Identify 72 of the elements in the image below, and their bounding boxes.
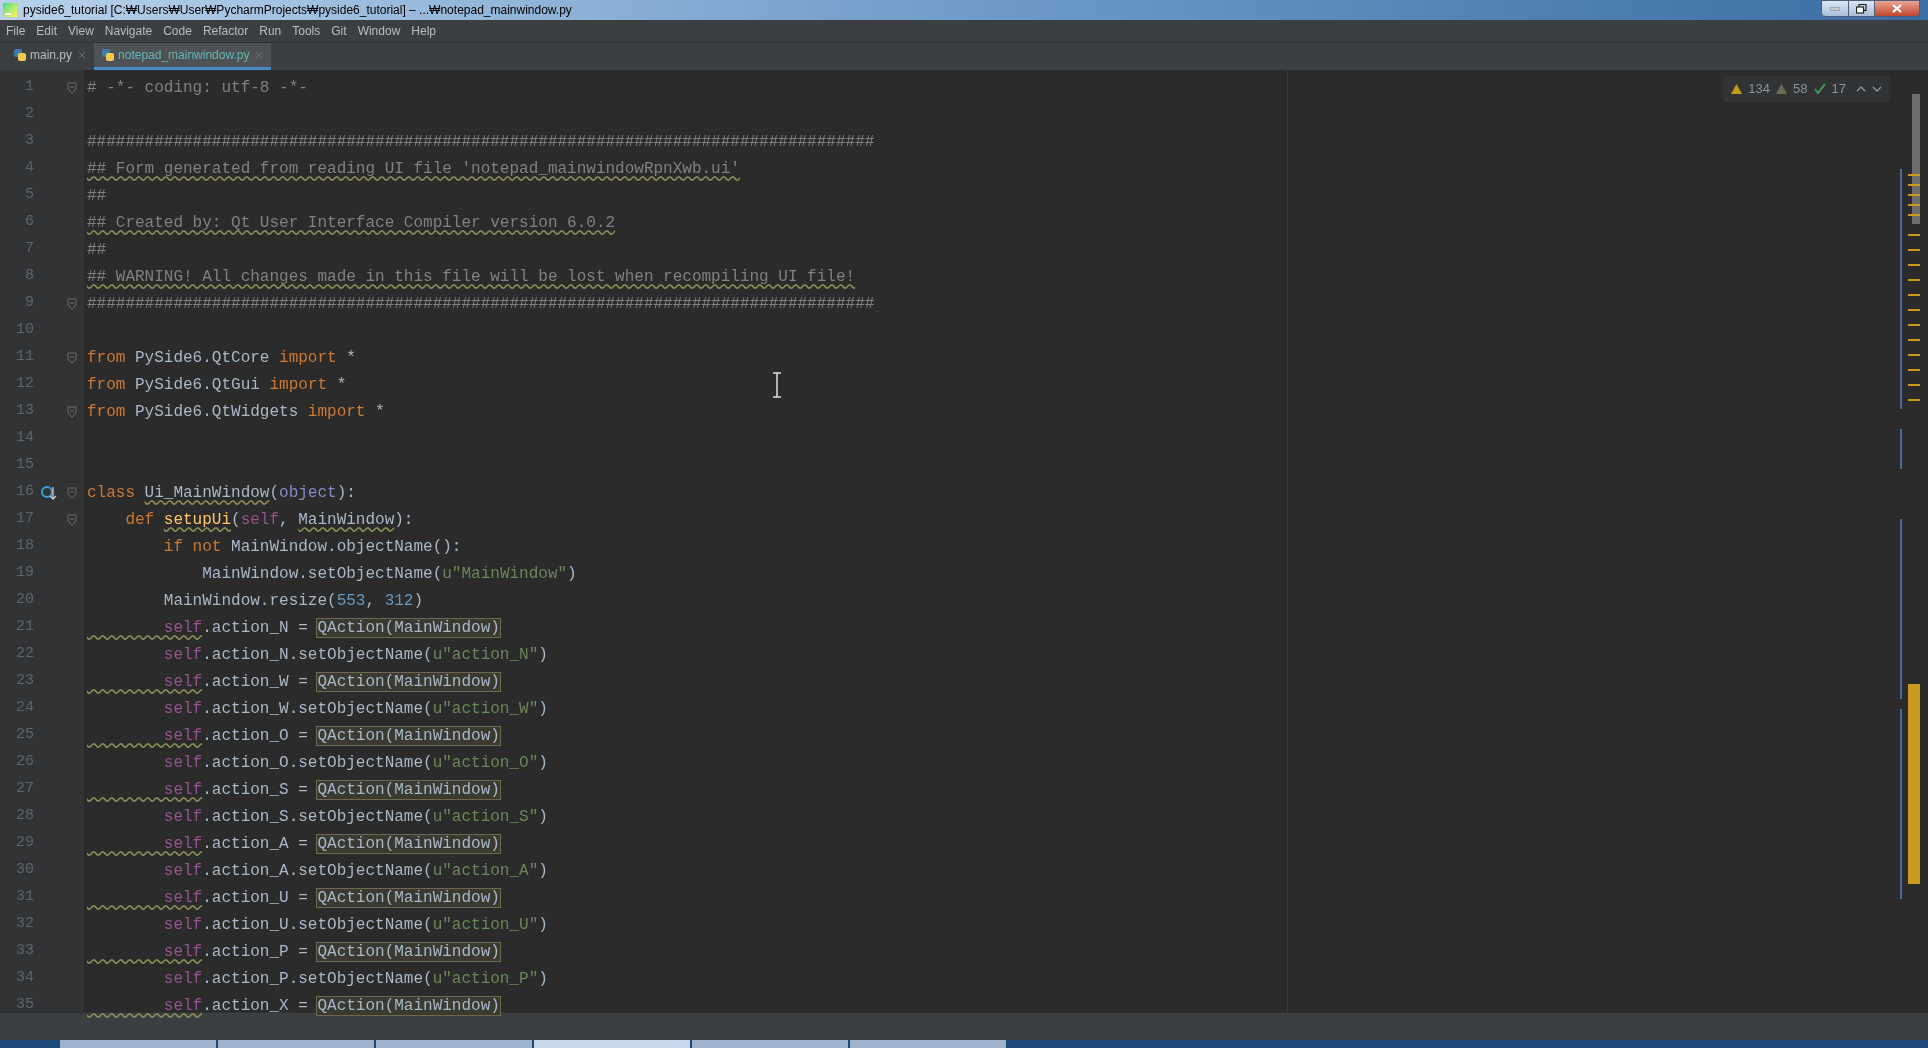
previous-highlight-icon[interactable] <box>1856 85 1866 92</box>
code-line: ## Form generated from reading UI file 'notepad_mainwindowRpnXwb.ui' <box>87 158 740 179</box>
fold-marker-icon[interactable] <box>67 297 77 310</box>
fold-marker-icon[interactable] <box>67 486 77 499</box>
code-line: from PySide6.QtCore import * <box>87 347 356 368</box>
code-line: MainWindow.setObjectName(u"MainWindow") <box>201 563 577 584</box>
file-tab[interactable]: notepad_mainwindow.py <box>94 43 272 70</box>
code-line: self.action_X = QAction(MainWindow) <box>162 995 500 1016</box>
typo-count: 17 <box>1831 80 1846 98</box>
restore-icon <box>1856 3 1867 14</box>
menu-item[interactable]: Help <box>407 25 440 37</box>
code-line: self.action_A.setObjectName(u"action_A") <box>162 860 548 881</box>
weak-warning-count: 58 <box>1793 80 1808 98</box>
menu-item[interactable]: Window <box>353 25 405 37</box>
fold-marker-icon[interactable] <box>67 351 77 364</box>
close-tab-icon[interactable] <box>78 51 87 59</box>
code-line: self.action_U.setObjectName(u"action_U") <box>162 914 548 935</box>
typo-check-icon <box>1813 83 1826 95</box>
fold-marker-icon[interactable] <box>67 405 77 418</box>
code-line: ## <box>87 239 107 260</box>
python-file-icon <box>14 49 26 61</box>
code-line: from PySide6.QtGui import * <box>87 374 347 395</box>
close-tab-icon[interactable] <box>255 51 264 59</box>
minimize-button[interactable] <box>1821 0 1849 17</box>
code-line: self.action_U = QAction(MainWindow) <box>162 887 500 908</box>
code-line: # -*- coding: utf-8 -*- <box>87 77 308 98</box>
code-line: MainWindow.resize(553, 312) <box>162 590 424 611</box>
python-file-icon <box>102 49 115 61</box>
close-icon <box>1892 4 1902 13</box>
code-line: self.action_P = QAction(MainWindow) <box>162 941 500 962</box>
code-line: self.action_O = QAction(MainWindow) <box>162 725 500 746</box>
app-logo-icon <box>3 3 17 17</box>
code-line: self.action_P.setObjectName(u"action_P") <box>162 968 548 989</box>
menu-item[interactable]: Run <box>255 25 286 37</box>
code-line: self.action_O.setObjectName(u"action_O") <box>162 752 548 773</box>
code-line: def setupUi(self, MainWindow): <box>124 509 414 530</box>
weak-warning-icon <box>1776 83 1788 94</box>
code-line: from PySide6.QtWidgets import * <box>87 401 385 422</box>
code-line: ################################################################################## <box>87 293 875 314</box>
menu-item[interactable]: View <box>64 25 98 37</box>
restore-button[interactable] <box>1849 0 1875 17</box>
next-highlight-icon[interactable] <box>1872 85 1882 92</box>
window-title: pyside6_tutorial [C:₩Users₩User₩PycharmProjects₩pyside6_tutorial] – ...₩notepad_mainwindow.py <box>23 4 572 16</box>
file-tab[interactable]: main.py <box>6 43 95 70</box>
code-line: self.action_A = QAction(MainWindow) <box>162 833 500 854</box>
code-line: class Ui_MainWindow(object): <box>87 482 356 503</box>
code-line: self.action_S = QAction(MainWindow) <box>162 779 500 800</box>
code-line: ################################################################################## <box>87 131 875 152</box>
code-line: ## WARNING! All changes made in this file will be lost when recompiling UI file! <box>87 266 856 287</box>
warning-icon <box>1731 83 1743 94</box>
menu-item[interactable]: Tools <box>288 25 325 37</box>
fold-marker-icon[interactable] <box>67 81 77 94</box>
text-cursor-icon <box>772 372 782 398</box>
minimize-icon <box>1830 6 1840 11</box>
menu-item[interactable]: File <box>2 25 30 37</box>
menu-item[interactable]: Navigate <box>100 25 157 37</box>
code-line: self.action_S.setObjectName(u"action_S") <box>162 806 548 827</box>
override-marker-icon[interactable] <box>41 484 57 501</box>
code-line: self.action_W.setObjectName(u"action_W") <box>162 698 548 719</box>
warning-count: 134 <box>1748 80 1771 98</box>
code-line: self.action_N = QAction(MainWindow) <box>162 617 500 638</box>
fold-marker-icon[interactable] <box>67 513 77 526</box>
menu-item[interactable]: Git <box>327 25 351 37</box>
code-line: ## <box>87 185 107 206</box>
menu-item[interactable]: Refactor <box>198 25 253 37</box>
menu-item[interactable]: Edit <box>32 25 62 37</box>
code-line: if not MainWindow.objectName(): <box>162 536 462 557</box>
code-line: ## Created by: Qt User Interface Compiler version 6.0.2 <box>87 212 616 233</box>
menu-item[interactable]: Code <box>159 25 196 37</box>
code-line: self.action_W = QAction(MainWindow) <box>162 671 500 692</box>
close-button[interactable] <box>1875 0 1920 17</box>
code-line: self.action_N.setObjectName(u"action_N") <box>162 644 548 665</box>
